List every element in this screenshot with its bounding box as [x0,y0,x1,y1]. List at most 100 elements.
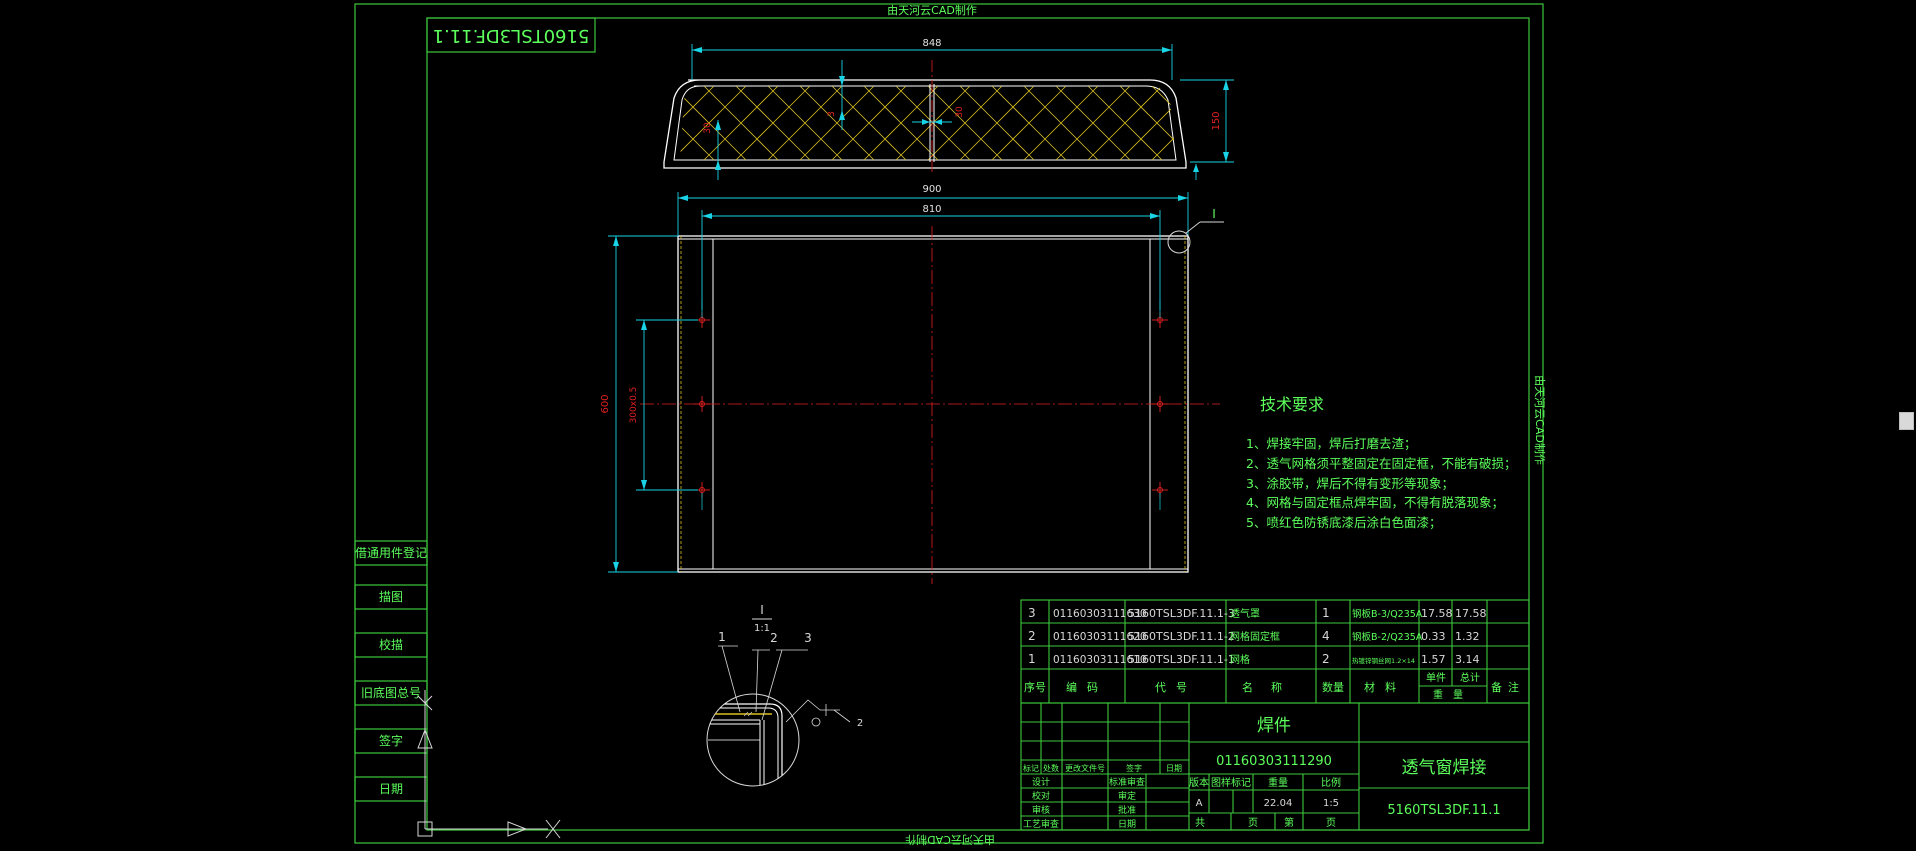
detail-callout-1: 1 [718,630,726,644]
stage-value-scale: 1:5 [1323,798,1339,809]
stage-header-weight: 重量 [1268,776,1288,789]
bom-header-no: 序号 [1024,680,1046,694]
dim-top-width-label: 848 [922,38,941,49]
cad-drawing: 由天河云CAD制作 由天河云CAD制作 由天河云CAD制作 5160TSL3DF… [354,3,1547,847]
detail-view: I 1:1 1 2 3 2 [706,603,863,787]
weld-type: 焊件 [1257,716,1291,736]
bom-row-1-no: 3 [1028,606,1036,620]
tech-requirements: 技术要求 1、焊接牢固，焊后打磨去渣； 2、透气网格须平整固定在固定框，不能有破… [1246,395,1516,530]
stage-header-version: 版本 [1189,776,1209,789]
bom-row-1-part: 5160TSL3DF.11.1-3 [1128,607,1235,620]
dim-hatch-3: 30 [955,106,965,118]
bom-header-code: 编码 [1066,680,1108,694]
tech-requirement-5: 5、喷红色防锈底漆后涂白色面漆； [1246,515,1441,530]
bom-header-total: 总计 [1460,671,1480,684]
mesh-hatch [680,86,1176,160]
bom-row-3-part: 5160TSL3DF.11.1-1 [1128,653,1235,666]
title-block: 焊件 01160303111290 透气窗焊接 5160TSL3DF.11.1 … [1020,702,1530,831]
dim-mid-inner-label: 810 [922,204,941,215]
detail-circle [1167,230,1191,254]
rev-header-4: 签字 [1126,763,1142,773]
hole-leaders [701,300,1161,510]
role-standard: 标准审查 [1109,776,1145,788]
dim-top-height [1180,79,1234,180]
side-box-5: 签字 [379,733,403,748]
vertical-scrollbar[interactable] [1896,0,1916,847]
tech-requirements-title: 技术要求 [1260,395,1324,414]
sheet-current: 第 [1284,816,1294,829]
side-box-1: 借通用件登记 [355,545,427,560]
bom-row-3-material: 热镀锌钢丝网1.2×14 [1352,656,1415,665]
bom-header-unit: 单件 [1426,672,1446,684]
tech-requirement-4: 4、网格与固定框点焊牢固，不得有脱落现象； [1246,495,1504,510]
bom-header-part: 代号 [1155,681,1197,694]
bom-table: 3 01160303111630 5160TSL3DF.11.1-3 透气罩 1… [1020,599,1530,704]
bom-row-2-part: 5160TSL3DF.11.1-2 [1128,630,1235,643]
tech-requirement-2: 2、透气网格须平整固定在固定框，不能有破损； [1246,456,1516,471]
bom-header-name: 名称 [1242,680,1300,694]
stage-value-weight: 22.04 [1264,798,1293,809]
detail-callout-3: 3 [804,631,812,645]
dim-left-holes-label: 300x0.5 [629,387,639,424]
rev-header-2: 处数 [1043,763,1059,773]
detail-view-scale: 1:1 [754,623,770,634]
scrollbar-thumb[interactable] [1899,412,1914,430]
side-boxes: 借通用件登记 描图 校描 旧底图总号 签字 日期 [354,540,428,802]
drawing-frame [354,3,1544,844]
bom-row-1-material: 钢板B-3/Q235A [1352,608,1423,620]
role-approve: 批准 [1118,804,1136,816]
sheet-total: 共 [1195,817,1205,829]
bom-row-2-no: 2 [1028,629,1036,643]
bom-row-2-unit: 0.33 [1421,630,1446,643]
ucs-icon [417,690,561,839]
side-box-3: 校描 [379,637,403,652]
dim-top-height-label: 150 [1211,111,1222,130]
dim-mid-total-label: 900 [922,184,941,195]
detail-weld-symbol: 2 [857,718,863,729]
detail-callout-2: 2 [770,631,778,645]
top-view: 848 150 30 3 30 [663,38,1234,180]
rev-header-5: 日期 [1166,764,1182,773]
dim-left-height-label: 600 [600,394,611,413]
watermark-right: 由天河云CAD制作 [1533,375,1547,465]
bom-row-1-total: 17.58 [1455,607,1487,620]
drawing-number-mirrored: 5160TSL3DF.11.1 [433,25,590,46]
side-box-4: 旧底图总号 [361,685,421,700]
bom-row-3-qty: 2 [1322,652,1330,666]
rev-header-3: 更改文件号 [1065,763,1105,773]
part-code: 01160303111290 [1216,754,1332,769]
drawing-number-box: 5160TSL3DF.11.1 [426,17,596,53]
tech-requirement-3: 3、涂胶带，焊后不得有变形等现象； [1246,476,1454,491]
role-date: 日期 [1118,819,1136,830]
role-design: 设计 [1032,776,1050,788]
watermark-top: 由天河云CAD制作 [887,3,977,17]
bom-row-2-qty: 4 [1322,629,1330,643]
stage-header-scale: 比例 [1321,776,1341,789]
role-approve-final: 审定 [1118,790,1136,802]
bom-row-3-name: 网格 [1230,653,1250,666]
bom-row-3-unit: 1.57 [1421,653,1446,666]
side-box-6: 日期 [379,782,403,796]
detail-marker: I [1212,207,1216,221]
stage-value-version: A [1196,798,1203,809]
dim-hatch-2: 3 [827,111,837,117]
detail-view-label: I [760,603,764,617]
bom-header-material: 材料 [1364,680,1406,694]
front-view: 900 810 600 300x0.5 I [600,184,1224,584]
bom-row-1-unit: 17.58 [1421,607,1453,620]
rev-header-1: 标记 [1023,763,1039,773]
role-process: 工艺审查 [1023,818,1059,830]
dim-left-holes [636,319,698,491]
bom-row-3-no: 1 [1028,652,1036,666]
dim-hatch-1: 30 [703,122,713,134]
mounting-holes [694,312,1168,498]
stage-header-mark: 图样标记 [1211,776,1251,789]
watermark-bottom: 由天河云CAD制作 [905,833,995,847]
bom-row-2-name: 网格固定框 [1230,630,1280,643]
role-review: 审核 [1032,804,1050,816]
sheet-page-2: 页 [1326,817,1336,829]
bom-header-remark: 备注 [1491,680,1525,694]
bom-header-qty: 数量 [1322,681,1344,694]
tech-requirement-1: 1、焊接牢固，焊后打磨去渣； [1246,436,1416,451]
cad-viewport[interactable]: 由天河云CAD制作 由天河云CAD制作 由天河云CAD制作 5160TSL3DF… [0,0,1916,847]
